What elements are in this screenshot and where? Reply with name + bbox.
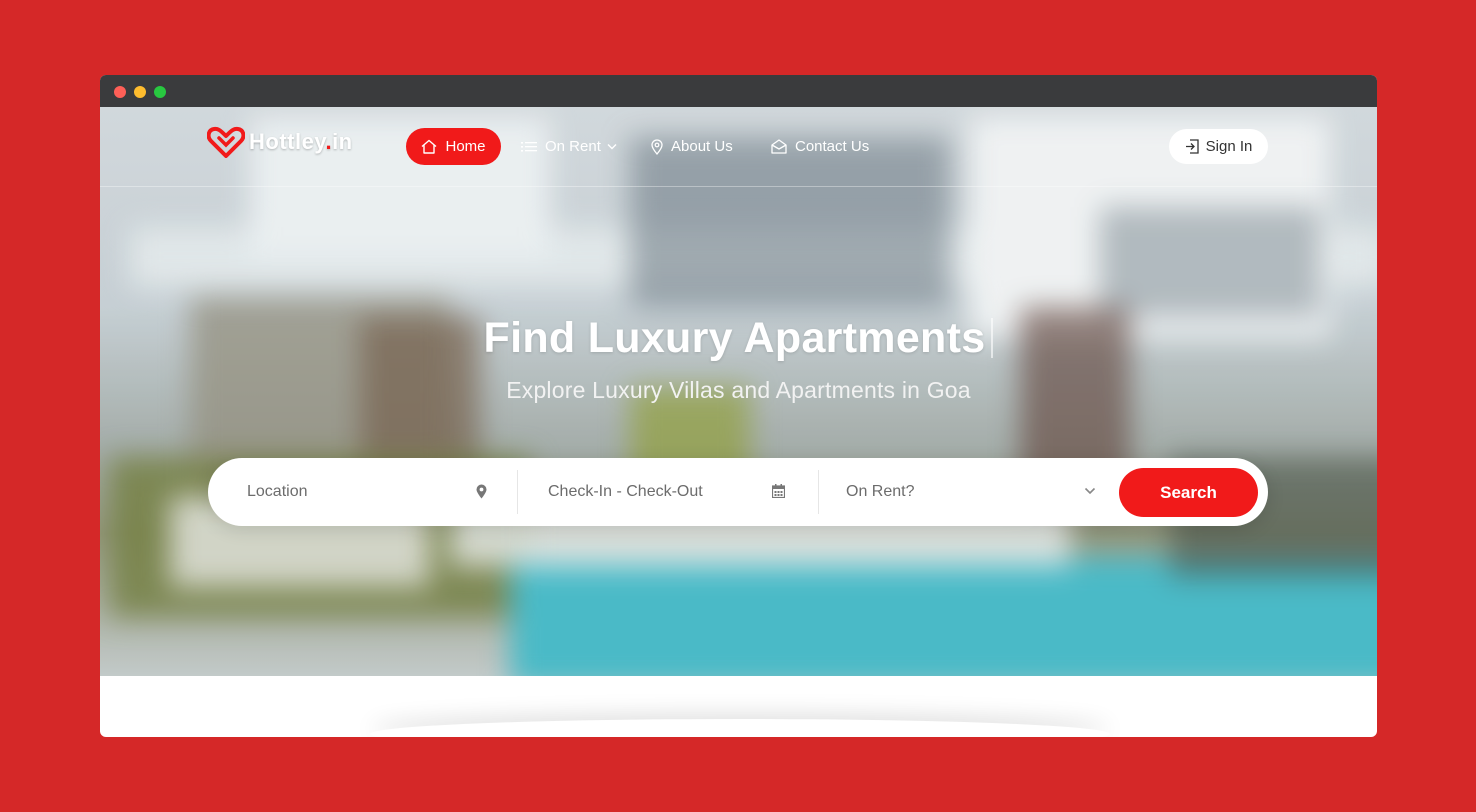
on-rent-select[interactable]: On Rent? <box>846 458 1096 526</box>
map-pin-icon <box>651 138 663 155</box>
nav-home[interactable]: Home <box>406 128 501 165</box>
chevron-down-icon <box>607 143 617 150</box>
hero-subtitle: Explore Luxury Villas and Apartments in … <box>506 377 971 403</box>
brand-logo[interactable]: Hottley.in <box>207 125 353 159</box>
nav-about-us[interactable]: About Us <box>651 128 733 165</box>
location-input[interactable]: Location <box>247 458 487 526</box>
brand-name: Hottley.in <box>249 129 353 154</box>
sign-in-label: Sign In <box>1205 138 1253 155</box>
nav-on-rent[interactable]: On Rent <box>521 128 617 165</box>
on-rent-placeholder: On Rent? <box>846 483 915 500</box>
sign-in-icon <box>1185 139 1199 154</box>
home-icon <box>421 139 437 154</box>
hero-title: Find Luxury Apartments <box>100 314 1377 363</box>
list-icon <box>521 141 537 153</box>
location-placeholder: Location <box>247 483 308 500</box>
nav-contact-us[interactable]: Contact Us <box>771 128 869 165</box>
content-card-edge <box>370 719 1110 737</box>
close-window-button[interactable] <box>114 86 126 98</box>
search-divider <box>818 470 819 514</box>
nav-on-rent-label: On Rent <box>545 138 601 155</box>
hero-section: Hottley.in Home On Rent About Us Contact… <box>100 107 1377 676</box>
window-titlebar <box>100 75 1377 107</box>
search-button[interactable]: Search <box>1119 468 1258 517</box>
calendar-icon <box>772 484 785 498</box>
date-range-placeholder: Check-In - Check-Out <box>548 483 703 500</box>
map-marker-icon <box>476 484 487 499</box>
nav-about-us-label: About Us <box>671 138 733 155</box>
date-range-input[interactable]: Check-In - Check-Out <box>548 458 785 526</box>
top-navbar: Hottley.in Home On Rent About Us Contact… <box>100 107 1377 187</box>
maximize-window-button[interactable] <box>154 86 166 98</box>
heart-logo-icon <box>207 126 245 158</box>
typing-cursor <box>991 318 994 358</box>
sign-in-button[interactable]: Sign In <box>1169 129 1268 164</box>
minimize-window-button[interactable] <box>134 86 146 98</box>
nav-contact-us-label: Contact Us <box>795 138 870 155</box>
search-bar: Location Check-In - Check-Out On Rent? S… <box>208 458 1268 526</box>
nav-home-label: Home <box>445 138 486 155</box>
envelope-open-icon <box>771 139 787 154</box>
search-divider <box>517 470 518 514</box>
browser-window: Hottley.in Home On Rent About Us Contact… <box>100 75 1377 737</box>
chevron-down-icon <box>1084 487 1096 495</box>
